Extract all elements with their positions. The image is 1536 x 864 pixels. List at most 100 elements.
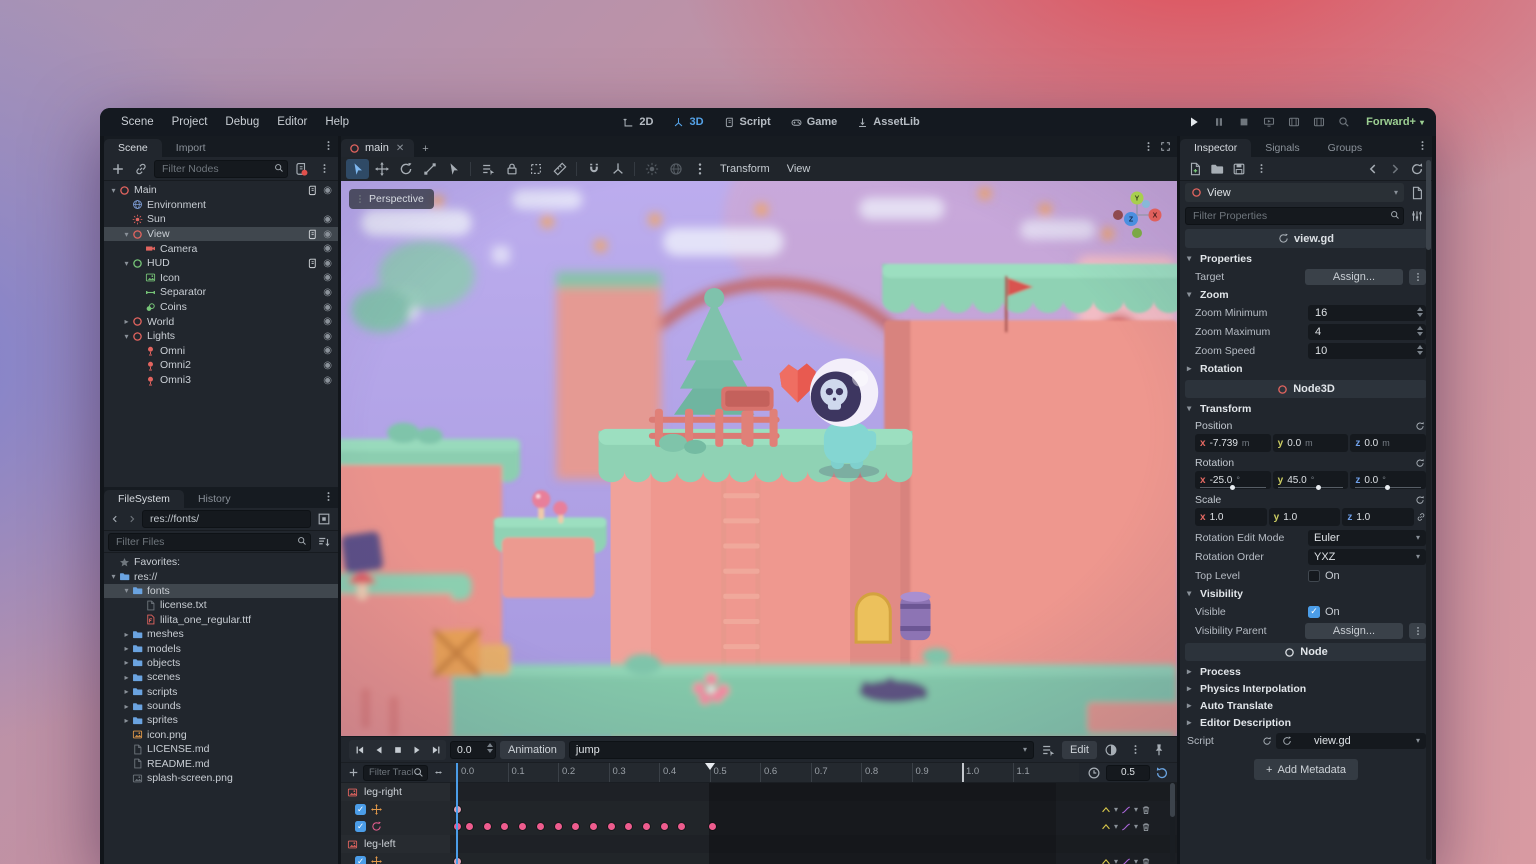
loop-wrap-mode-icon[interactable] <box>1121 805 1131 815</box>
keyframe[interactable] <box>625 823 632 830</box>
more-button[interactable] <box>688 159 711 179</box>
rotation-x-field[interactable]: x-25.0° <box>1195 471 1271 489</box>
file-favorites-[interactable]: Favorites: <box>104 555 338 569</box>
keyframe[interactable] <box>590 823 597 830</box>
scene-node-environment[interactable]: Environment <box>104 198 338 213</box>
fs-dock-menu-icon[interactable] <box>319 491 338 505</box>
delete-track-icon[interactable] <box>1141 805 1151 815</box>
keyframe[interactable] <box>466 823 473 830</box>
section-physics-interpolation[interactable]: ▸Physics Interpolation <box>1180 680 1432 697</box>
dock-menu-icon[interactable] <box>319 140 338 154</box>
tab-groups[interactable]: Groups <box>1314 139 1376 157</box>
track-group-leg-right[interactable]: leg-right <box>341 783 1177 801</box>
anim-play-start-button[interactable] <box>407 741 426 759</box>
property-options-icon[interactable] <box>1407 206 1427 226</box>
animation-button[interactable]: Animation <box>500 741 565 759</box>
stop-button[interactable] <box>1235 113 1253 131</box>
play-backwards-current-button[interactable] <box>350 741 369 759</box>
chevron-down-icon[interactable]: ▾ <box>1134 857 1138 864</box>
pause-button[interactable] <box>1210 113 1228 131</box>
file-res-[interactable]: ▾res:// <box>104 569 338 583</box>
scene-node-coins[interactable]: Coins◉ <box>104 300 338 315</box>
play-backwards-end-button[interactable] <box>369 741 388 759</box>
script-banner[interactable]: view.gd <box>1185 229 1427 248</box>
fs-forward-icon[interactable] <box>125 509 139 529</box>
keyframe[interactable] <box>678 823 685 830</box>
instance-scene-button[interactable] <box>131 159 151 179</box>
movie-maker-button[interactable] <box>1310 113 1328 131</box>
perspective-menu[interactable]: Perspective <box>349 189 434 209</box>
save-resource-icon[interactable] <box>1229 159 1249 179</box>
resource-more-icon[interactable] <box>1251 159 1271 179</box>
menu-debug[interactable]: Debug <box>216 114 268 130</box>
inspect-button[interactable] <box>1335 113 1353 131</box>
anim-play-current-button[interactable] <box>426 741 445 759</box>
snap-clock-icon[interactable] <box>1087 766 1101 780</box>
local-space-button[interactable] <box>606 159 629 179</box>
pin-panel-icon[interactable] <box>1149 740 1169 760</box>
file-splash-screen-png[interactable]: splash-screen.png <box>104 771 338 785</box>
scene-node-omni3[interactable]: Omni3◉ <box>104 373 338 388</box>
fs-sort-icon[interactable] <box>314 532 334 552</box>
scene-node-view[interactable]: ▾View◉ <box>104 227 338 242</box>
ruler-button[interactable] <box>548 159 571 179</box>
renderer-select[interactable]: Forward+ ▾ <box>1366 116 1424 128</box>
visibility-eye-icon[interactable]: ◉ <box>323 345 332 356</box>
timeline-playhead[interactable] <box>456 763 458 864</box>
new-resource-icon[interactable] <box>1185 159 1205 179</box>
keyframe[interactable] <box>537 823 544 830</box>
zoom-speed-field[interactable]: 10 <box>1308 343 1426 359</box>
keyframe[interactable] <box>484 823 491 830</box>
object-history-icon[interactable] <box>1407 159 1427 179</box>
zoom-maximum-field[interactable]: 4 <box>1308 324 1426 340</box>
visibility-eye-icon[interactable]: ◉ <box>323 185 332 196</box>
keyframe[interactable] <box>709 823 716 830</box>
visibility-eye-icon[interactable]: ◉ <box>323 302 332 313</box>
file-fonts[interactable]: ▾fonts <box>104 584 338 598</box>
tabs-menu-icon[interactable] <box>1143 141 1154 152</box>
file-icon-png[interactable]: icon.png <box>104 728 338 742</box>
keyframe[interactable] <box>555 823 562 830</box>
menu-scene[interactable]: Scene <box>112 114 163 130</box>
rotation-y-field[interactable]: y45.0° <box>1273 471 1349 489</box>
add-node-button[interactable] <box>108 159 128 179</box>
filter-properties-input[interactable] <box>1185 207 1404 225</box>
file-scripts[interactable]: ▸scripts <box>104 685 338 699</box>
workspace-2d[interactable]: 2D <box>615 114 661 130</box>
tab-signals[interactable]: Signals <box>1251 139 1313 157</box>
scene-node-world[interactable]: ▸World◉ <box>104 314 338 329</box>
rotate-button[interactable] <box>394 159 417 179</box>
scene-node-icon[interactable]: Icon◉ <box>104 271 338 286</box>
section-process[interactable]: ▸Process <box>1180 663 1432 680</box>
rotation-z-field[interactable]: z0.0° <box>1350 471 1426 489</box>
lock-button[interactable] <box>500 159 523 179</box>
visibility-eye-icon[interactable]: ◉ <box>323 360 332 371</box>
gizmo-neg-y[interactable] <box>1132 228 1142 238</box>
revert-icon[interactable] <box>1415 458 1425 468</box>
animation-time[interactable] <box>450 741 496 759</box>
scene-node-omni[interactable]: Omni◉ <box>104 344 338 359</box>
track-enabled-checkbox[interactable]: ✓ <box>355 821 366 832</box>
timeline-ruler[interactable]: 0.00.10.20.30.40.50.60.70.80.91.01.1 <box>450 763 1079 782</box>
close-icon[interactable]: ✕ <box>394 143 406 154</box>
section-editor-description[interactable]: ▸Editor Description <box>1180 714 1432 731</box>
keyframe[interactable] <box>519 823 526 830</box>
section-auto-translate[interactable]: ▸Auto Translate <box>1180 697 1432 714</box>
visibility-eye-icon[interactable]: ◉ <box>323 287 332 298</box>
view-gizmo[interactable]: Y X Z <box>1109 187 1165 243</box>
visibility-eye-icon[interactable]: ◉ <box>323 331 332 342</box>
section-properties[interactable]: ▾Properties <box>1180 250 1432 267</box>
visibility-eye-icon[interactable]: ◉ <box>323 258 332 269</box>
scene-node-main[interactable]: ▾Main◉ <box>104 183 338 198</box>
track-keyframes[interactable] <box>450 818 1057 835</box>
animation-clip-select[interactable]: jump ▾ <box>569 741 1034 759</box>
scene-tab-main[interactable]: main ✕ <box>341 139 414 157</box>
file-readme-md[interactable]: README.md <box>104 756 338 770</box>
new-scene-tab-button[interactable]: + <box>414 141 436 157</box>
track-keyframes[interactable] <box>450 853 1057 864</box>
load-resource-icon[interactable] <box>1207 159 1227 179</box>
keyframe[interactable] <box>643 823 650 830</box>
add-track-button[interactable] <box>345 763 361 783</box>
group-button[interactable] <box>524 159 547 179</box>
chevron-down-icon[interactable]: ▾ <box>1114 805 1118 814</box>
